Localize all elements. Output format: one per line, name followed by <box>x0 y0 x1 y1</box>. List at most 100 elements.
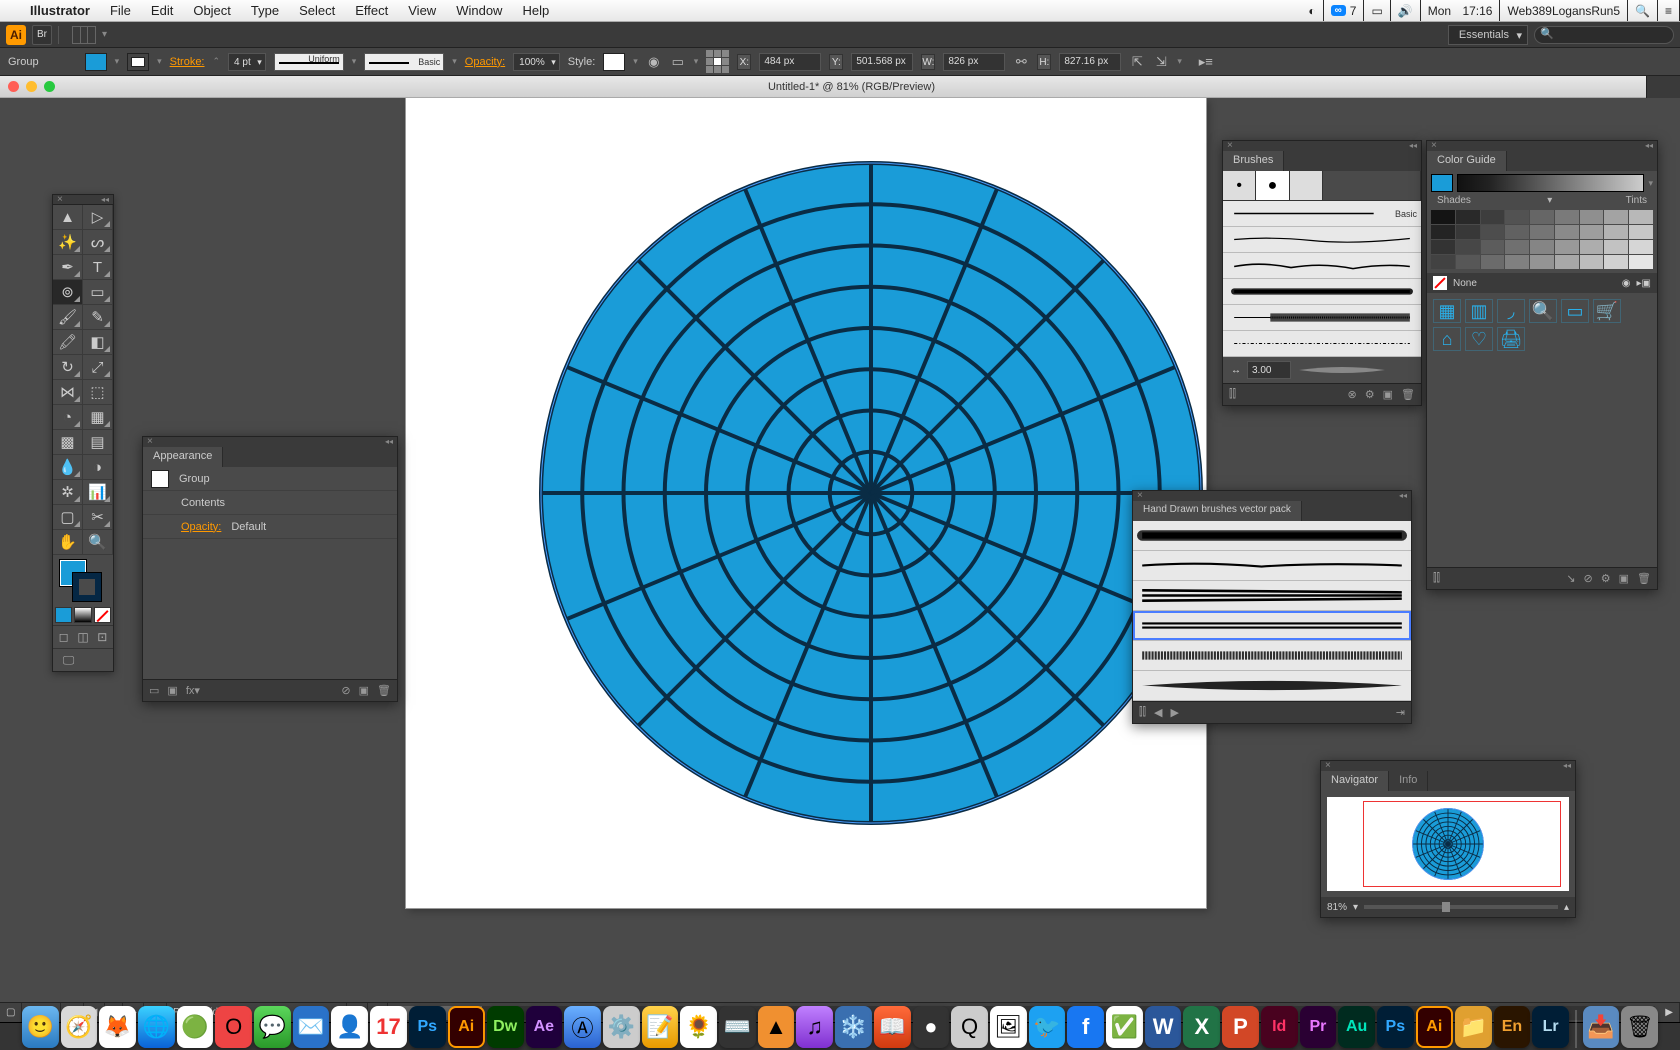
column-graph-tool[interactable]: 📊 <box>83 480 113 505</box>
recolor-artwork-icon[interactable]: ◉ <box>646 54 662 70</box>
cg-swatch[interactable] <box>1456 210 1480 224</box>
brushes-tab[interactable]: Brushes <box>1223 151 1284 171</box>
dock-firefox-icon[interactable]: 🦊 <box>99 1006 136 1048</box>
close-window-button[interactable] <box>8 81 19 92</box>
spotlight-icon[interactable]: 🔍 <box>1628 0 1658 21</box>
add-effect-icon[interactable]: fx▾ <box>186 684 200 697</box>
dock-downloads-icon[interactable]: 📥 <box>1583 1006 1620 1048</box>
panel-grip[interactable] <box>1133 491 1411 501</box>
magic-wand-tool[interactable]: ✨ <box>53 230 83 255</box>
cg-swatch[interactable] <box>1481 255 1505 269</box>
polar-grid-artwork[interactable] <box>536 158 1206 828</box>
zoom-window-button[interactable] <box>44 81 55 92</box>
cg-print-icon[interactable]: 🖨 <box>1497 327 1525 351</box>
symbol-sprayer-tool[interactable]: ✲ <box>53 480 83 505</box>
opacity-input[interactable]: 100% <box>513 53 560 71</box>
next-library-icon[interactable]: ▶ <box>1171 706 1179 719</box>
cg-swatch[interactable] <box>1580 240 1604 254</box>
variable-width-profile[interactable]: Uniform <box>274 53 344 71</box>
cg-base-color[interactable] <box>1431 174 1453 192</box>
menu-select[interactable]: Select <box>289 3 345 18</box>
cg-harmony-dropdown[interactable] <box>1544 195 1552 206</box>
cg-swatch[interactable] <box>1629 225 1653 239</box>
hdb-item-selected[interactable] <box>1133 611 1411 641</box>
slice-tool[interactable]: ✂ <box>83 505 113 530</box>
delete-item-icon[interactable]: 🗑 <box>377 684 391 697</box>
fill-swatch[interactable] <box>85 53 107 71</box>
dock-ibooks-icon[interactable]: 📖 <box>874 1006 911 1048</box>
cg-swatch[interactable] <box>1481 240 1505 254</box>
cg-harmony-strip[interactable] <box>1457 174 1644 192</box>
panel-grip[interactable] <box>53 195 113 205</box>
stroke-swatch[interactable] <box>127 53 149 71</box>
artboard-tool[interactable]: ▢ <box>53 505 83 530</box>
hdb-item[interactable] <box>1133 671 1411 701</box>
scale-tool[interactable]: ⤢ <box>83 355 113 380</box>
cg-save-group-icon[interactable]: ▸▣ <box>1637 278 1651 289</box>
brush-width-input[interactable] <box>1247 361 1291 379</box>
pen-tool[interactable]: ✒ <box>53 255 83 280</box>
cg-swatch[interactable] <box>1629 255 1653 269</box>
graphic-style-swatch[interactable] <box>603 53 625 71</box>
dock-illustrator2-icon[interactable]: Ai <box>1416 1006 1453 1048</box>
menu-edit[interactable]: Edit <box>141 3 183 18</box>
dock-word-icon[interactable]: W <box>1145 1006 1182 1048</box>
eyedropper-tool[interactable]: 💧 <box>53 455 83 480</box>
color-mode-none[interactable] <box>94 607 111 623</box>
fill-stroke-control[interactable] <box>53 555 113 605</box>
hdb-item[interactable] <box>1133 551 1411 581</box>
nav-zoom-in-icon[interactable]: ▴ <box>1564 902 1569 913</box>
blend-tool[interactable]: ◑ <box>83 455 113 480</box>
cg-search-icon[interactable]: 🔍 <box>1529 299 1557 323</box>
panel-grip[interactable] <box>1223 141 1421 151</box>
nav-zoom-slider[interactable] <box>1364 905 1558 909</box>
edit-contents-icon[interactable]: ⇲ <box>1153 54 1169 70</box>
cg-swatch[interactable] <box>1456 240 1480 254</box>
paintbrush-tool[interactable]: 🖌 <box>53 305 83 330</box>
cg-swatch[interactable] <box>1629 240 1653 254</box>
dock-calendar-icon[interactable]: 17 <box>370 1006 407 1048</box>
dock-itunes-icon[interactable]: ♫ <box>796 1006 833 1048</box>
y-input[interactable] <box>851 53 913 71</box>
eraser-tool[interactable]: ◧ <box>83 330 113 355</box>
cg-swatch[interactable] <box>1530 240 1554 254</box>
cg-swatch[interactable] <box>1431 240 1455 254</box>
dock-app-icon[interactable]: ● <box>913 1006 950 1048</box>
cg-swatch[interactable] <box>1530 255 1554 269</box>
cg-swatch[interactable] <box>1580 255 1604 269</box>
panel-grip[interactable] <box>143 437 397 447</box>
cg-swatch[interactable] <box>1481 210 1505 224</box>
delete-symbol-icon[interactable]: 🗑 <box>1637 572 1651 585</box>
dock-indesign-icon[interactable]: Id <box>1261 1006 1298 1048</box>
brush-item-basic[interactable]: Basic <box>1223 201 1421 227</box>
screen-mode-button[interactable]: 🖵 <box>55 651 82 669</box>
free-transform-tool[interactable]: ⬚ <box>83 380 113 405</box>
brush-variant-3[interactable] <box>1290 171 1323 200</box>
brush-libraries-icon[interactable]: ⫿⫿ <box>1229 388 1236 401</box>
cg-card-icon[interactable]: ▭ <box>1561 299 1589 323</box>
new-symbol-icon[interactable]: ▣ <box>1619 572 1629 585</box>
cg-swatch[interactable] <box>1555 255 1579 269</box>
navigator-view-box[interactable] <box>1363 801 1561 887</box>
dock-finder-icon[interactable]: 🙂 <box>22 1006 59 1048</box>
dock-safari-icon[interactable]: 🧭 <box>61 1006 98 1048</box>
cg-swatch[interactable] <box>1530 225 1554 239</box>
sync-icon[interactable]: ◐ <box>1301 0 1323 21</box>
hdb-item[interactable] <box>1133 581 1411 611</box>
clear-appearance-icon[interactable]: ⊘ <box>341 684 350 697</box>
cg-swatch[interactable] <box>1505 240 1529 254</box>
panel-grip[interactable] <box>1427 141 1657 151</box>
h-input[interactable] <box>1059 53 1121 71</box>
brush-variant-2[interactable]: ● <box>1256 171 1289 200</box>
cg-swatch[interactable] <box>1604 255 1628 269</box>
cg-swatch[interactable] <box>1530 210 1554 224</box>
display-icon[interactable]: ▭ <box>1364 0 1390 21</box>
selection-tool[interactable]: ▲ <box>53 205 83 230</box>
cg-swatch[interactable] <box>1456 225 1480 239</box>
dock-opera-icon[interactable]: O <box>215 1006 252 1048</box>
remove-brush-stroke-icon[interactable]: ⊗ <box>1348 388 1357 401</box>
dock-dreamweaver-icon[interactable]: Dw <box>487 1006 524 1048</box>
dock-preferences-icon[interactable]: ⚙️ <box>603 1006 640 1048</box>
dock-folder-icon[interactable]: 📁 <box>1455 1006 1492 1048</box>
gradient-tool[interactable]: ▤ <box>83 430 113 455</box>
